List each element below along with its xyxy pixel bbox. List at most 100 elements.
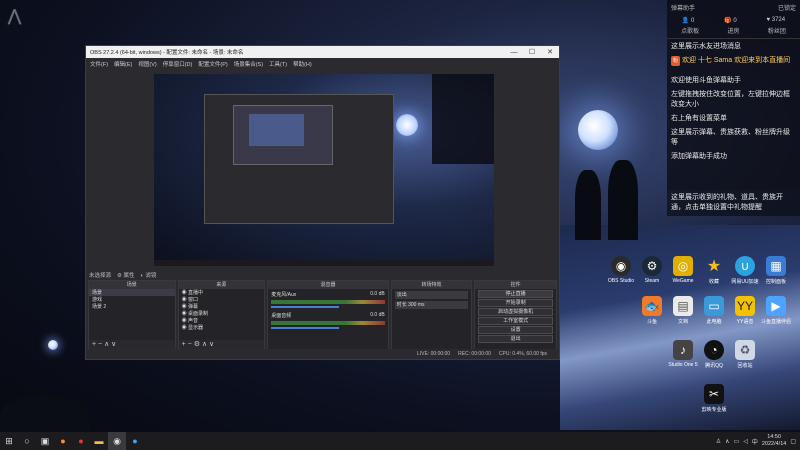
remove-icon[interactable]: − [98,341,102,348]
volume-slider[interactable] [271,306,340,308]
desktop-icon-douyu-companion[interactable]: ▶ 斗鱼直播伴侣 [759,296,793,325]
obs-preview[interactable] [154,74,494,266]
eye-icon[interactable]: ◉ [182,290,187,296]
up-icon[interactable]: ∧ [202,341,207,348]
desktop-icon-document[interactable]: ▤ 文档 [666,296,700,325]
close-icon[interactable]: ✕ [541,48,559,56]
scene-item[interactable]: 场景 [89,289,175,296]
source-item[interactable]: ◉ 弹幕 [179,303,265,310]
scene-item[interactable]: 场景 2 [89,303,175,310]
start-virtual-camera-button[interactable]: 启动虚拟摄像机 [478,308,553,316]
danmaku-panel[interactable]: 弹幕助手 已锁定 👤 0 🎁 0 ♥ 3724 点歌板 进房 粉丝团 这里展示水… [667,0,800,190]
volume-icon[interactable]: ◁ [743,438,748,445]
minimize-icon[interactable]: — [505,49,523,56]
exit-button[interactable]: 退出 [478,335,553,343]
source-item[interactable]: ◉ 声音 [179,317,265,324]
source-item[interactable]: ◉ 显示器 [179,324,265,331]
obs-icon[interactable]: ◉ [108,432,126,450]
menu-scene-collection[interactable]: 场景集合(S) [234,60,263,68]
desktop-icon-favorites[interactable]: ★ 收藏 [697,256,731,285]
down-icon[interactable]: ∨ [111,341,116,348]
no-source-selected: 未选择源 [89,272,112,279]
menu-profile[interactable]: 配置文件(P) [198,60,227,68]
settings-button[interactable]: 设置 [478,326,553,334]
menu-help[interactable]: 帮助(H) [293,60,312,68]
scene-item[interactable]: 游戏 [89,296,175,303]
netease-music-icon[interactable]: ● [72,432,90,450]
stop-streaming-button[interactable]: 停止直播 [478,290,553,298]
panel-message: 这里展示水友进场消息 [671,43,741,50]
gear-icon[interactable]: ⚙ [194,341,200,348]
menu-view[interactable]: 视图(V) [138,60,156,68]
desktop-icon-yy[interactable]: YY YY语音 [728,296,762,325]
ime-indicator[interactable]: 中 [752,437,758,446]
desktop-icon-obs[interactable]: ◉ OBS Studio [604,256,638,284]
transition-select[interactable]: 淡出 [394,291,469,299]
panel-tab-fans[interactable]: 粉丝团 [768,26,786,35]
menu-docks[interactable]: 停靠窗口(D) [163,60,193,68]
sources-toolbar: + − ⚙ ∧ ∨ [178,340,265,349]
eye-icon[interactable]: ◉ [182,318,187,324]
obs-window[interactable]: OBS 27.2.4 (64-bit, windows) - 配置文件: 未命名… [85,45,560,360]
preview-moon [396,114,418,136]
recycle-bin-icon: ♻ [735,340,755,360]
eye-icon[interactable]: ◉ [182,304,187,310]
gift-icon: 🎁 0 [724,18,737,24]
user-icon[interactable]: ♙ [716,438,721,445]
desktop-icon-douyu[interactable]: 🐟 斗鱼 [635,296,669,325]
menu-edit[interactable]: 编辑(E) [114,60,132,68]
desktop-icon-label: 剪映专业版 [701,407,727,413]
source-item[interactable]: ◉ 窗口 [179,296,265,303]
obs-titlebar[interactable]: OBS 27.2.4 (64-bit, windows) - 配置文件: 未命名… [86,46,559,58]
desktop-icon-uu[interactable]: ∪ 网易UU加速 [728,256,762,285]
fan-badge: 粉 [671,56,681,66]
eye-icon[interactable]: ◉ [182,297,187,303]
desktop-icon-recycle-bin[interactable]: ♻ 回收站 [728,340,762,369]
mixer-header: 混音器 [268,281,388,289]
remove-icon[interactable]: − [188,341,192,348]
desktop-icon-wegame[interactable]: ◎ WeGame [666,256,700,284]
studio-mode-button[interactable]: 工作室模式 [478,317,553,325]
down-icon[interactable]: ∨ [209,341,214,348]
properties-button[interactable]: ⚙ 属性 [117,271,134,279]
desktop-icon-qq[interactable]: ◔ 腾讯QQ [697,340,731,369]
desktop-icon-steam[interactable]: ⚙ Steam [635,256,669,284]
firefox-icon[interactable]: ● [54,432,72,450]
browser-icon[interactable]: ● [126,432,144,450]
menu-file[interactable]: 文件(F) [90,60,108,68]
panel-lock-status[interactable]: 已锁定 [778,3,796,12]
obs-docks: 场景 场景 游戏 场景 2 + − ∧ ∨ 来源 ◉ 直播中 ◉ 窗口 ◉ 弹幕… [86,280,559,350]
panel-message: 左键拖拽按住改变位置，左键拉伸边框改变大小 [671,91,790,108]
start-icon[interactable]: ⊞ [0,432,18,450]
desktop-icon-this-pc[interactable]: ▭ 此电脑 [697,296,731,325]
desktop-icon-studio-one[interactable]: ♪ Studio One 5 [666,340,700,368]
eye-icon[interactable]: ◉ [182,325,187,331]
desktop-icon-control-panel[interactable]: ▦ 控制面板 [759,256,793,285]
source-item[interactable]: ◉ 桌面录制 [179,310,265,317]
menu-tools[interactable]: 工具(T) [269,60,287,68]
network-icon[interactable]: ▭ [734,438,740,445]
wallpaper-moon [578,110,618,150]
up-icon[interactable]: ∧ [104,341,109,348]
notification-icon[interactable]: ▢ [790,438,796,445]
add-icon[interactable]: + [92,341,96,348]
controls-dock: 控件 停止直播 开始录制 启动虚拟摄像机 工作室模式 设置 退出 [474,280,557,350]
task-view-icon[interactable]: ▣ [36,432,54,450]
eye-icon[interactable]: ◉ [182,311,187,317]
wallpaper-small-moon [48,340,58,350]
file-explorer-icon[interactable]: ▬ [90,432,108,450]
start-recording-button[interactable]: 开始录制 [478,299,553,307]
transition-duration[interactable]: 时长 300 ms [394,301,469,309]
panel-message: 这里展示弹幕、贵族获救、粉丝牌升级等 [671,129,790,146]
add-icon[interactable]: + [182,341,186,348]
panel-tab-enter[interactable]: 进房 [727,26,739,35]
filters-button[interactable]: ◐ 滤镜 [141,271,157,279]
volume-slider[interactable] [271,327,340,329]
source-item[interactable]: ◉ 直播中 [179,289,265,296]
chevron-up-icon[interactable]: ∧ [725,438,729,445]
search-icon[interactable]: ○ [18,432,36,450]
panel-tab-songs[interactable]: 点歌板 [681,26,699,35]
desktop-icon-capcut[interactable]: ✂ 剪映专业版 [697,384,731,413]
maximize-icon[interactable]: ☐ [523,48,541,56]
clock[interactable]: 14:50 2022/4/14 [762,434,786,448]
